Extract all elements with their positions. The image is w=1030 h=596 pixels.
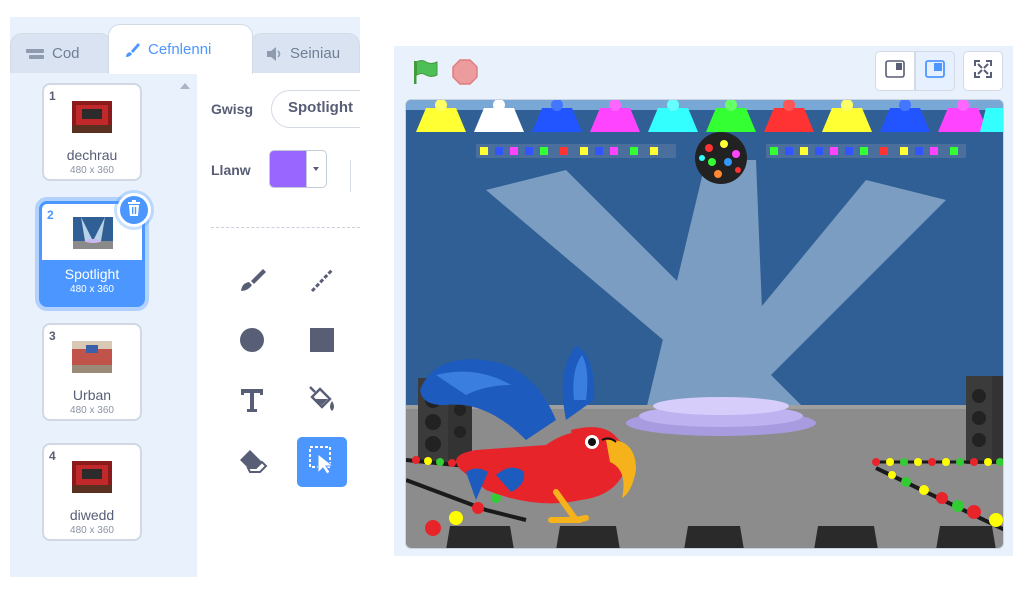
backdrop-size: 480 x 360	[70, 525, 114, 536]
backdrop-size: 480 x 360	[70, 284, 114, 295]
line-icon	[308, 266, 336, 299]
green-flag-button[interactable]	[410, 58, 438, 86]
fill-tool[interactable]	[297, 377, 347, 427]
tab-backdrops[interactable]: Cefnlenni	[108, 24, 253, 74]
stop-icon	[451, 59, 479, 90]
backdrop-size: 480 x 360	[70, 165, 114, 176]
tab-bar: Cod Cefnlenni Seiniau	[10, 17, 360, 74]
small-stage-button[interactable]	[875, 51, 915, 91]
rectangle-tool[interactable]	[297, 317, 347, 367]
backdrop-number: 4	[49, 449, 56, 463]
backdrop-name: diwedd	[69, 507, 115, 523]
fill-dropdown-arrow[interactable]	[307, 150, 327, 188]
circle-icon	[238, 326, 266, 359]
backdrop-thumbnail	[72, 461, 112, 493]
backdrop-card[interactable]: 1 dechrau 480 x 360	[42, 83, 142, 181]
backdrop-thumbnail	[72, 341, 112, 373]
rectangle-icon	[309, 327, 335, 358]
backdrop-number: 3	[49, 329, 56, 343]
paintbrush-icon	[123, 41, 141, 59]
tab-code-label: Cod	[52, 45, 80, 62]
editor-panel: Cod Cefnlenni Seiniau 1 dechrau 480 x 36…	[10, 17, 360, 577]
normal-stage-icon	[925, 59, 945, 83]
fill-label: Llanw	[211, 162, 251, 178]
green-flag-icon	[410, 60, 438, 90]
disco-ball	[695, 132, 747, 184]
backdrop-size: 480 x 360	[70, 405, 114, 416]
stop-button[interactable]	[451, 58, 479, 86]
normal-stage-button[interactable]	[915, 51, 955, 91]
tab-code[interactable]: Cod	[10, 33, 112, 73]
backdrop-card[interactable]: 4 diwedd 480 x 360	[42, 443, 142, 541]
tab-sounds[interactable]: Seiniau	[250, 33, 360, 73]
select-icon	[308, 445, 336, 480]
brush-icon	[237, 266, 267, 299]
backdrop-thumbnail	[72, 101, 112, 133]
divider	[211, 227, 360, 228]
small-stage-icon	[885, 59, 905, 83]
circle-tool[interactable]	[227, 317, 277, 367]
stage-canvas[interactable]	[405, 99, 1004, 549]
backdrop-card[interactable]: 3 Urban 480 x 360	[42, 323, 142, 421]
speaker-icon	[265, 46, 283, 62]
costume-name-input[interactable]: Spotlight	[271, 90, 360, 128]
select-tool[interactable]	[297, 437, 347, 487]
backdrop-name: Spotlight	[64, 266, 120, 282]
text-tool[interactable]	[227, 377, 277, 427]
eraser-tool[interactable]	[227, 437, 277, 487]
fill-color-swatch[interactable]	[269, 150, 307, 188]
code-icon	[25, 47, 45, 61]
line-tool[interactable]	[297, 257, 347, 307]
list-scrollbar[interactable]	[175, 73, 197, 577]
trash-icon	[126, 199, 142, 222]
fill-icon	[306, 385, 338, 420]
stage-panel	[394, 46, 1013, 556]
text-icon	[239, 387, 265, 418]
divider	[350, 160, 351, 192]
backdrop-thumbnail	[73, 217, 113, 249]
scroll-up-arrow-icon[interactable]	[180, 83, 190, 89]
fullscreen-button[interactable]	[963, 51, 1003, 91]
backdrop-name: dechrau	[66, 147, 118, 163]
costume-label: Gwisg	[211, 101, 254, 117]
brush-tool[interactable]	[227, 257, 277, 307]
paint-editor: Gwisg Spotlight Llanw	[197, 73, 360, 577]
backdrop-number: 1	[49, 89, 56, 103]
backdrop-number: 2	[47, 208, 54, 222]
backdrop-name: Urban	[72, 387, 112, 403]
eraser-icon	[236, 446, 268, 479]
delete-backdrop-button[interactable]	[117, 193, 151, 227]
fullscreen-icon	[974, 59, 992, 83]
tab-backdrops-label: Cefnlenni	[148, 41, 212, 58]
backdrop-list: 1 dechrau 480 x 360 2 Spotlight 480 x 36…	[10, 73, 175, 577]
tab-sounds-label: Seiniau	[290, 45, 341, 62]
